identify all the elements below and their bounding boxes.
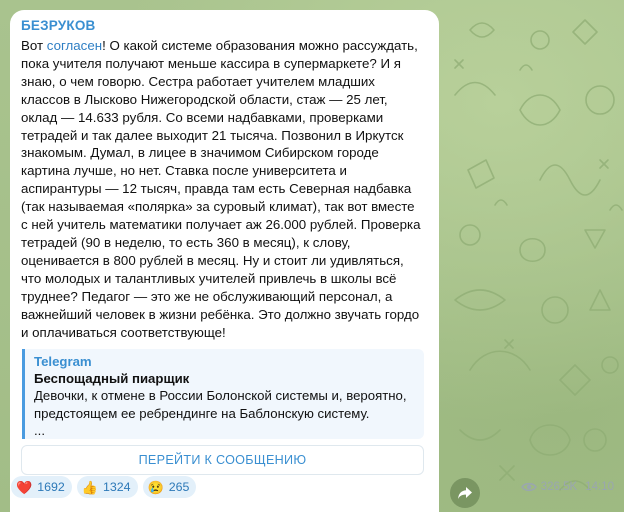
reaction-count: 265 xyxy=(168,480,190,494)
share-arrow-icon xyxy=(458,487,472,499)
reaction-count: 1324 xyxy=(102,480,131,494)
post-text-body: ! О какой системе образования можно расс… xyxy=(21,38,421,340)
post-time: 14:10 xyxy=(585,481,614,493)
post-link[interactable]: согласен xyxy=(47,38,102,53)
reaction-thumbs-up[interactable]: 👍 1324 xyxy=(76,476,138,498)
forwarded-text: Девочки, к отмене в России Болонской сис… xyxy=(34,388,407,421)
heart-icon: ❤️ xyxy=(16,479,33,495)
go-to-message-button[interactable]: ПЕРЕЙТИ К СООБЩЕНИЮ xyxy=(21,445,424,476)
forwarded-source: Telegram xyxy=(34,354,92,370)
post-meta: 326.5K 14:10 xyxy=(520,481,614,493)
crying-face-icon: 😢 xyxy=(147,479,164,495)
forwarded-ellipsis: ... xyxy=(34,423,45,439)
post-author[interactable]: БЕЗРУКОВ xyxy=(21,17,428,34)
channel-post-bubble: БЕЗРУКОВ Вот согласен! О какой системе о… xyxy=(10,10,439,512)
eye-icon xyxy=(520,482,537,492)
forward-share-button[interactable] xyxy=(450,478,480,508)
post-text-start: Вот xyxy=(21,38,47,53)
post-footer: ❤️ 1692 👍 1324 😢 265 326.5K 14:10 xyxy=(11,475,614,499)
reaction-crying-face[interactable]: 😢 265 xyxy=(142,476,197,498)
forwarded-title: Беспощадный пиарщик xyxy=(34,371,190,387)
thumbs-up-icon: 👍 xyxy=(81,479,98,495)
view-count: 326.5K xyxy=(540,481,578,493)
reaction-heart[interactable]: ❤️ 1692 xyxy=(11,476,72,498)
post-text: Вот согласен! О какой системе образовани… xyxy=(21,37,428,341)
reaction-count: 1692 xyxy=(37,480,65,494)
forwarded-preview[interactable]: Telegram Беспощадный пиарщик Девочки, к … xyxy=(22,349,424,440)
